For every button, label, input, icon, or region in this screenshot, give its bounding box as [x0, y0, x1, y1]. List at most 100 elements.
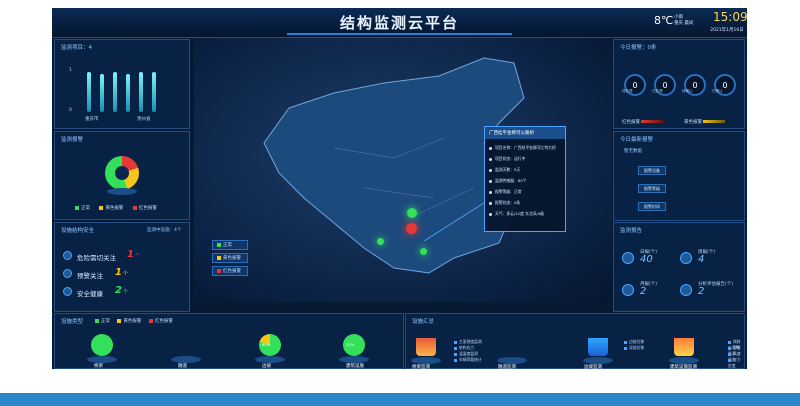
alarm-bar-legend: 红色报警: [622, 119, 664, 125]
legend-label: 正常: [81, 206, 90, 211]
facility-type-legend: 正常 黄色报警 红色报警: [95, 318, 173, 324]
tooltip-row-text: 项目状态：运行中: [495, 156, 526, 161]
no-data-text: 暂无数据: [624, 149, 642, 154]
axis-y-tick: 1: [69, 68, 72, 73]
type-base: [255, 356, 285, 363]
type-percent: 80%: [262, 342, 271, 347]
clock-date: 2021年1月16日: [710, 28, 744, 33]
summary-base: [497, 357, 527, 364]
type-label: 桥梁: [94, 364, 103, 369]
yellow-scale: [703, 120, 726, 123]
alarm-level-button[interactable]: 报警等级: [638, 184, 666, 193]
safety-unit: 个: [123, 289, 129, 295]
site-marker-red[interactable]: [406, 223, 417, 234]
legend-red-label: 红色报警: [622, 120, 640, 125]
safety-label: 安全健康: [77, 290, 103, 298]
type-base: [87, 356, 117, 363]
title-underline: [287, 33, 512, 35]
tooltip-row-text: 监测传感器：80个: [495, 178, 527, 183]
type-label: 建筑设施: [346, 364, 364, 369]
tooltip-row: 报警等级：正常: [489, 189, 522, 195]
report-icon: [680, 252, 692, 264]
site-marker-normal[interactable]: [420, 248, 427, 255]
legend-label: 红色报警: [223, 269, 241, 274]
safety-label: 预警关注: [77, 272, 103, 280]
alarm-time-button[interactable]: 报警时间: [638, 202, 666, 211]
type-base: [171, 356, 201, 363]
alarm-ring[interactable]: 0 待确认: [682, 74, 706, 96]
tooltip-row: 项目名称：广西桂平金柳河江特大桥: [489, 145, 556, 151]
today-alarm-panel: 今日报警：0条 0 待处理 0 已处理 0 待确认 0 已确认 红色报警 黄色报警: [613, 39, 745, 129]
alarm-ring[interactable]: 0 待处理: [622, 74, 646, 96]
site-marker-normal[interactable]: [377, 238, 384, 245]
safety-unit: 个: [123, 271, 129, 277]
bullet-icon: [489, 190, 492, 194]
alarm-device-button[interactable]: 报警设备: [638, 166, 666, 175]
map-legend-item[interactable]: 黄色报警: [212, 253, 248, 263]
weather-info: 小雨 重庆 晨间: [674, 15, 693, 27]
alarm-ring[interactable]: 0 已处理: [652, 74, 676, 96]
summary-note: 深部位移: [624, 345, 644, 351]
legend-swatch: [75, 205, 79, 210]
note-bullet-icon: [454, 346, 457, 350]
legend-label: 黄色报警: [105, 206, 124, 211]
report-icon: [680, 284, 692, 296]
bullet-icon: [489, 168, 492, 172]
type-base: [339, 356, 369, 363]
report-icon: [622, 284, 634, 296]
donut-hole: [115, 166, 129, 180]
summary-label: 边坡监测: [584, 365, 602, 369]
facility-type-title: 设施类型: [61, 319, 84, 325]
bullet-icon: [489, 157, 492, 161]
clock-time: 15:09: [713, 10, 747, 24]
legend-swatch: [148, 318, 153, 323]
tooltip-row: 监测天数：5天: [489, 167, 520, 173]
report-value: 2: [640, 286, 647, 297]
summary-note-text: 结构应力: [459, 345, 475, 350]
legend-swatch: [217, 242, 221, 247]
alarm-ring[interactable]: 0 已确认: [712, 74, 736, 96]
summary-note-text: 深部位移: [629, 345, 645, 350]
note-bullet-icon: [728, 358, 731, 362]
legend-swatch: [99, 205, 104, 210]
summary-note-text: 主梁挠度监测: [459, 339, 482, 344]
bullet-icon: [489, 179, 492, 183]
bullet-icon: [489, 212, 492, 216]
legend-label: 黄色报警: [123, 319, 142, 324]
legend-swatch: [117, 318, 122, 323]
tooltip-row: 监测传感器：80个: [489, 178, 526, 184]
tooltip-row-text: 监测天数：5天: [495, 167, 521, 172]
type-label: 边坡: [262, 364, 271, 369]
ring-label: 待处理: [622, 89, 633, 93]
type-percent: 20%: [346, 342, 355, 347]
type-label: 隧道: [178, 364, 187, 369]
site-tooltip: 广西桂平金柳河公路桥 项目名称：广西桂平金柳河江特大桥 项目状态：运行中 监测天数：…: [484, 126, 566, 232]
report-value: 40: [640, 254, 653, 265]
summary-label: 建筑设施监测: [670, 365, 697, 369]
type-donut: [91, 334, 113, 356]
axis-x-tick: 重庆市: [85, 117, 99, 122]
bar-item: [100, 74, 104, 112]
bottom-bar: [0, 393, 800, 406]
safety-subtitle: 监测中设施：4个: [147, 228, 182, 233]
report-value: 2: [698, 286, 705, 297]
summary-note-text: 温湿度监测: [459, 351, 478, 356]
report-icon: [622, 252, 634, 264]
report-title: 监测报告: [620, 228, 643, 234]
map-legend-item[interactable]: 正常: [212, 240, 248, 250]
legend-swatch: [217, 268, 221, 273]
alarm-bar-legend: 黄色报警: [684, 119, 726, 125]
legend-label: 正常: [223, 243, 232, 248]
legend-label: 红色报警: [154, 319, 173, 324]
status-icon: [63, 269, 72, 278]
bar-item: [87, 72, 91, 112]
alarm-title: 监测报警: [61, 137, 84, 143]
summary-base: [669, 357, 699, 364]
latest-alarm-panel: 今日最新报警 暂无数据 报警设备 报警等级 报警时间: [613, 131, 745, 221]
ring-label: 已确认: [712, 89, 723, 93]
bar-item: [113, 72, 117, 112]
legend-label: 红色报警: [138, 206, 157, 211]
report-value: 4: [698, 254, 705, 265]
map-legend-item[interactable]: 红色报警: [212, 266, 248, 276]
site-marker-normal[interactable]: [407, 208, 417, 218]
